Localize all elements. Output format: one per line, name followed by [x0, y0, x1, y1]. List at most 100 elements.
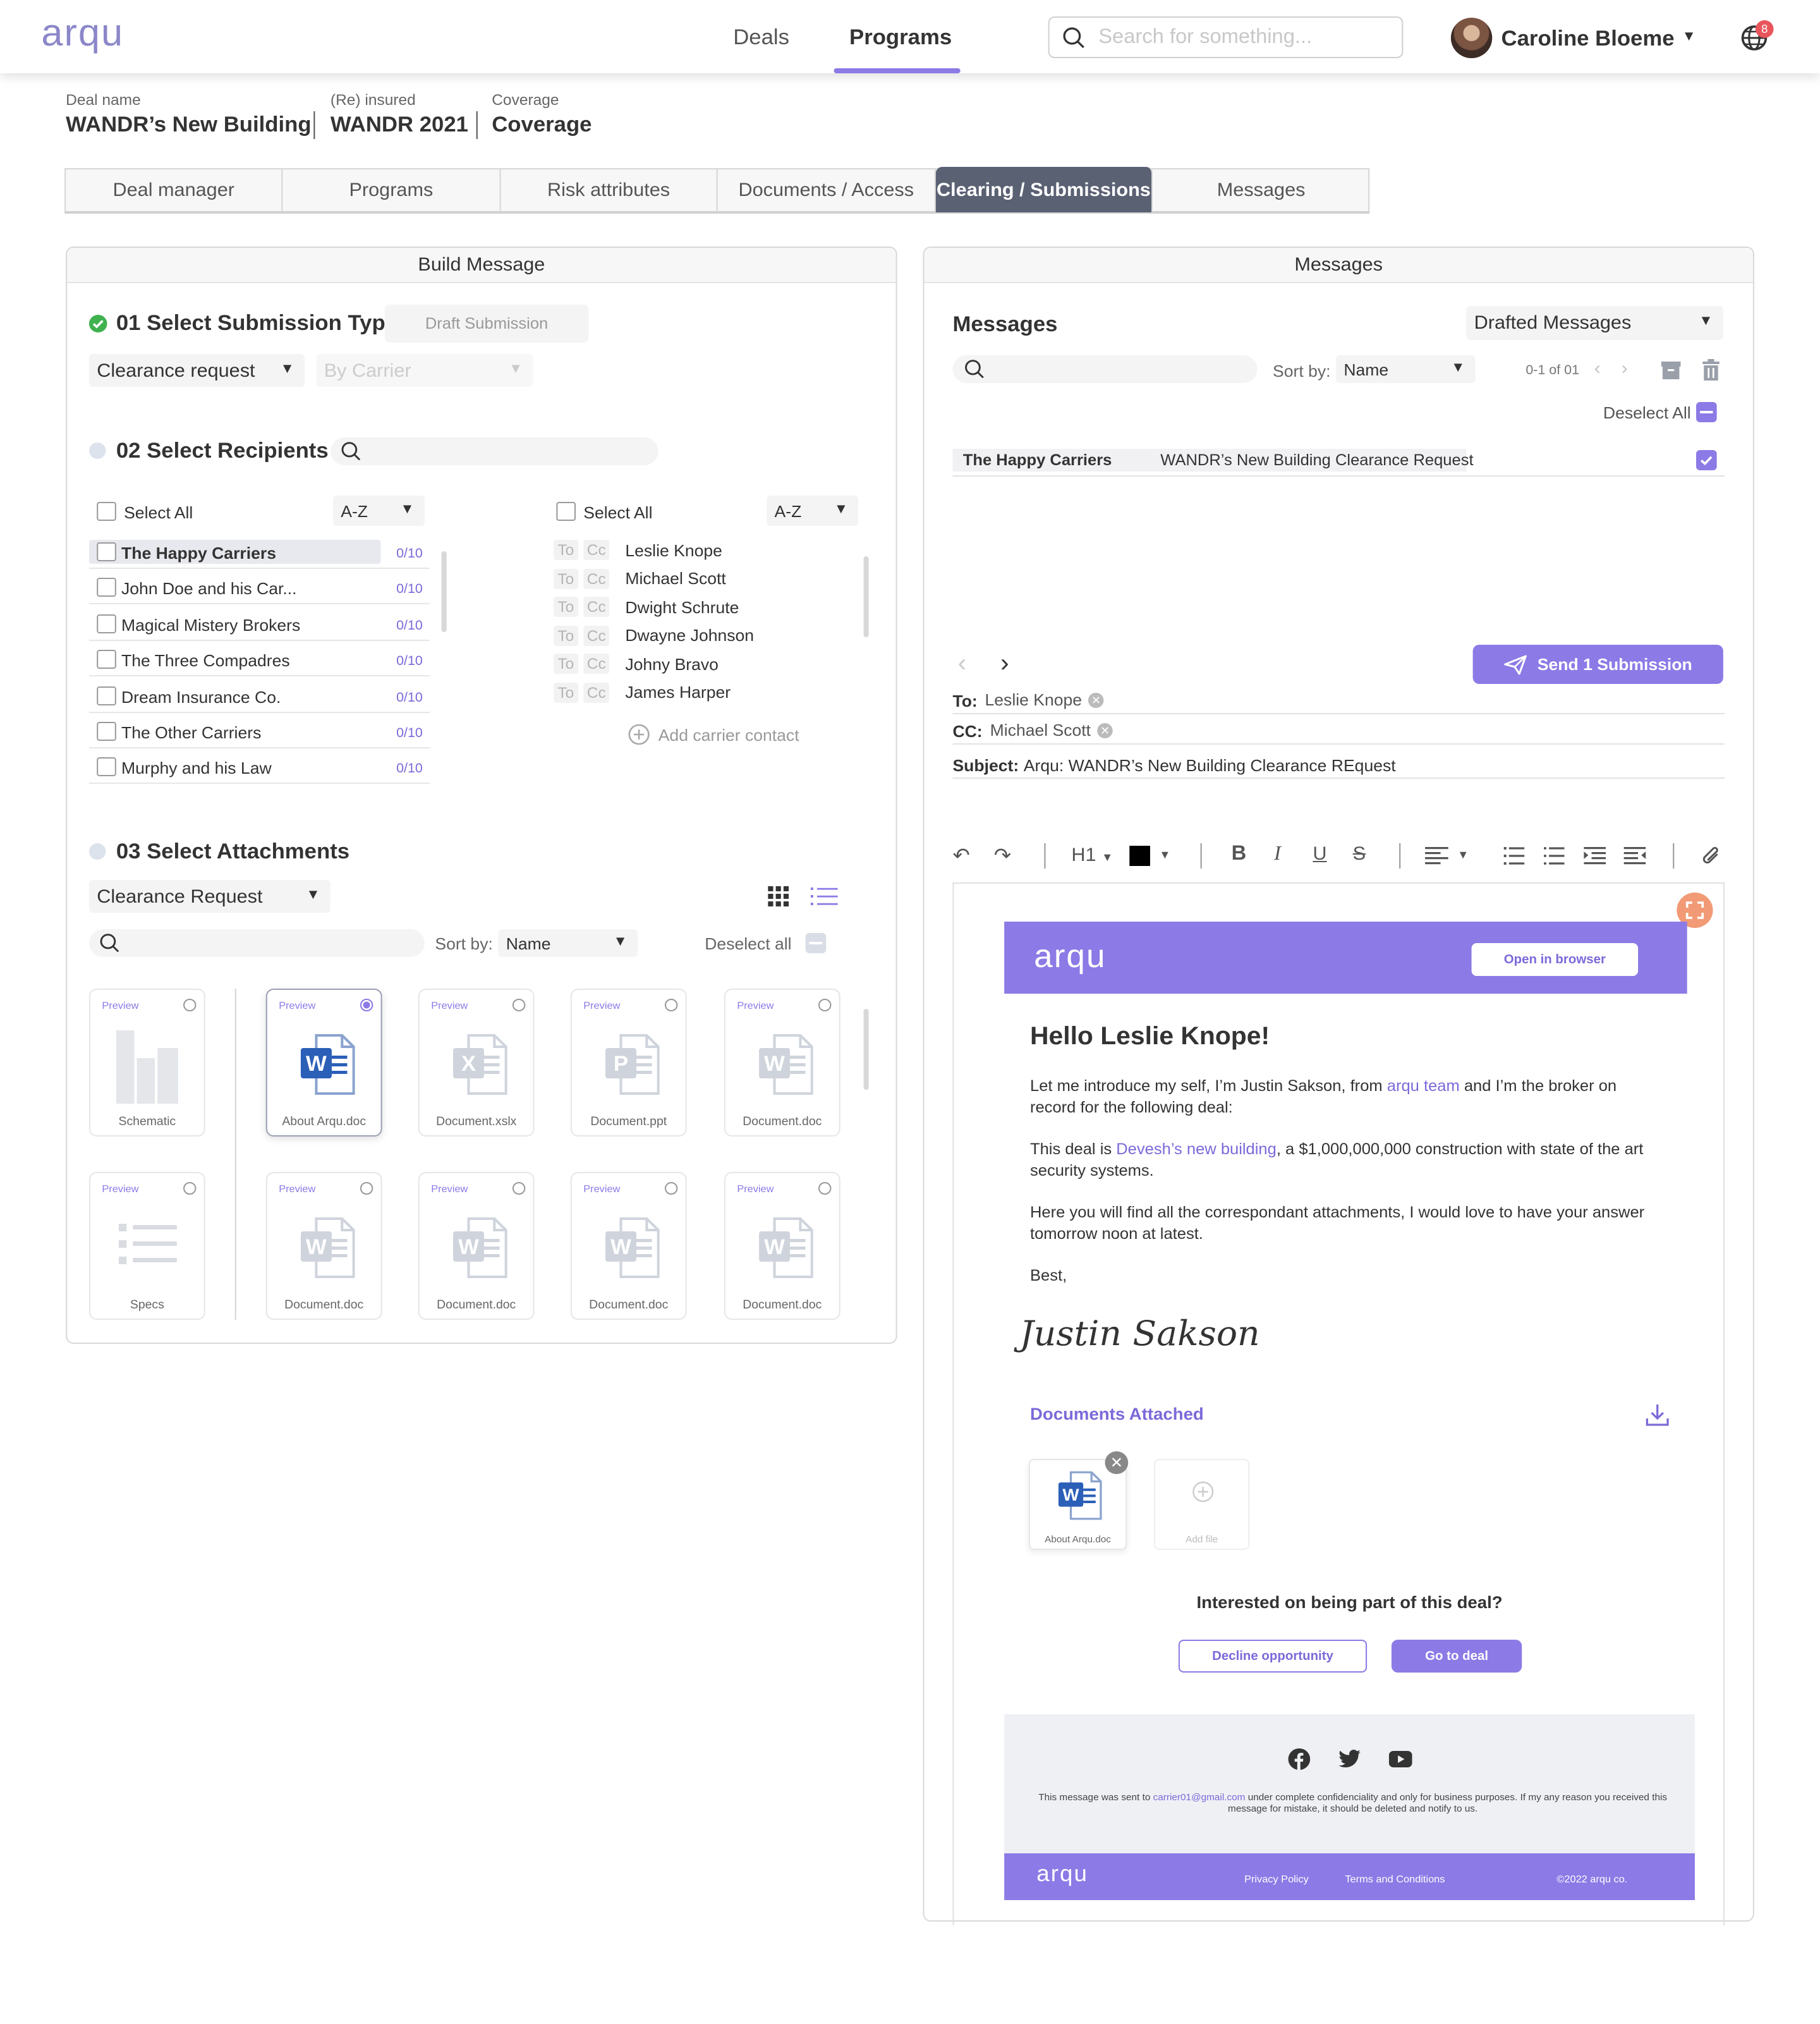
preview-label[interactable]: Preview [737, 1183, 774, 1195]
to-label: To: [952, 692, 978, 710]
nav-programs[interactable]: Programs [849, 25, 952, 51]
messages-sort-select[interactable]: Name ▼ [1336, 355, 1476, 383]
preview-label[interactable]: Preview [102, 1000, 138, 1011]
download-icon[interactable] [1646, 1403, 1669, 1426]
remove-attachment-icon[interactable]: ✕ [1105, 1451, 1129, 1474]
bullet-list-icon[interactable] [1543, 847, 1565, 865]
open-in-browser-button[interactable]: Open in browser [1471, 943, 1639, 976]
bold-icon[interactable]: B [1232, 843, 1247, 866]
trash-icon[interactable] [1701, 359, 1721, 381]
ordered-list-icon[interactable] [1503, 847, 1525, 865]
select-radio[interactable] [512, 1182, 526, 1195]
select-radio[interactable] [664, 1182, 678, 1195]
text-color-icon[interactable] [1129, 846, 1150, 866]
select-radio[interactable] [512, 999, 526, 1011]
indent-icon[interactable] [1584, 847, 1606, 865]
preview-label[interactable]: Preview [279, 1183, 315, 1195]
heading-select[interactable]: H1 ▼ [1071, 844, 1113, 866]
add-file-label: Add file [1186, 1533, 1218, 1545]
footer-email-link[interactable]: carrier01@gmail.com [1153, 1791, 1246, 1803]
app-logo[interactable]: arqu [41, 13, 124, 56]
attachment-card[interactable]: Preview Specs [88, 1172, 205, 1320]
attachment-card[interactable]: Preview W Document.doc [570, 1172, 687, 1320]
align-left-icon[interactable] [1425, 847, 1448, 865]
chevron-down-icon[interactable]: ▼ [1159, 848, 1170, 861]
file-name: Specs [130, 1298, 164, 1312]
user-name[interactable]: Caroline Bloeme [1502, 27, 1675, 52]
tab-messages[interactable]: Messages [1153, 169, 1369, 211]
youtube-icon[interactable] [1388, 1751, 1412, 1767]
chevron-right-icon[interactable]: › [1000, 650, 1009, 679]
messages-search-input[interactable] [952, 355, 1258, 383]
nav-deals[interactable]: Deals [733, 25, 789, 51]
attachment-card[interactable]: Preview W Document.doc [724, 1172, 840, 1320]
file-name: Document.doc [743, 1298, 822, 1312]
message-row-checkbox[interactable] [1696, 450, 1717, 470]
attachment-card[interactable]: Preview W Document.doc [265, 1172, 382, 1320]
subject-value[interactable]: Arqu: WANDR’s New Building Clearance REq… [1024, 756, 1396, 775]
preview-label[interactable]: Preview [583, 1183, 620, 1195]
attachments-scrollbar[interactable] [863, 1009, 869, 1090]
divider [952, 475, 1725, 477]
preview-label[interactable]: Preview [431, 1183, 468, 1195]
select-radio[interactable] [183, 1182, 197, 1195]
preview-label[interactable]: Preview [102, 1183, 138, 1195]
strikethrough-icon[interactable]: S [1353, 843, 1366, 865]
chevron-down-icon: ▼ [1451, 360, 1465, 375]
editor-toolbar: ↶ ↷ H1 ▼ ▼ B I U S ▼ [952, 841, 1727, 871]
attachment-card[interactable]: Preview W Document.doc [724, 989, 840, 1137]
select-radio[interactable] [360, 1182, 373, 1195]
go-to-deal-button[interactable]: Go to deal [1391, 1640, 1522, 1673]
remove-icon[interactable]: ✕ [1097, 722, 1113, 738]
file-name: Document.doc [437, 1298, 516, 1312]
decline-opportunity-button[interactable]: Decline opportunity [1178, 1640, 1368, 1673]
select-radio[interactable] [818, 1182, 832, 1195]
add-circle-icon [1192, 1481, 1214, 1503]
attachment-card[interactable]: Preview X Document.xslx [418, 989, 535, 1137]
message-filter-select[interactable]: Drafted Messages ▼ [1466, 306, 1723, 340]
preview-label[interactable]: Preview [279, 1000, 315, 1011]
remove-icon[interactable]: ✕ [1088, 692, 1104, 707]
chevron-left-icon[interactable]: ‹ [1594, 358, 1601, 379]
redo-icon[interactable]: ↷ [994, 843, 1011, 869]
send-submission-label: Send 1 Submission [1537, 655, 1692, 674]
send-submission-button[interactable]: Send 1 Submission [1472, 645, 1723, 684]
preview-label[interactable]: Preview [431, 1000, 468, 1011]
attachment-card[interactable]: Preview W About Arqu.doc [265, 989, 382, 1137]
avatar[interactable] [1450, 18, 1493, 58]
search-input[interactable]: Search for something... [1048, 16, 1404, 58]
add-file-card[interactable]: Add file [1154, 1459, 1250, 1550]
select-radio[interactable] [664, 999, 678, 1011]
chevron-right-icon[interactable]: › [1622, 358, 1628, 379]
attach-icon[interactable] [1701, 844, 1722, 867]
facebook-icon[interactable] [1288, 1748, 1311, 1770]
user-menu-caret-icon[interactable]: ▼ [1682, 29, 1696, 44]
top-bar: arqu Deals Programs Search for something… [0, 0, 1820, 73]
italic-icon[interactable]: I [1274, 843, 1281, 866]
deal-link[interactable]: Devesh’s new building [1116, 1140, 1277, 1158]
filter-value: Drafted Messages [1474, 312, 1632, 334]
select-radio[interactable] [183, 999, 197, 1011]
select-radio[interactable] [360, 999, 373, 1011]
messages-title: Messages [952, 312, 1058, 336]
divider [1673, 843, 1675, 869]
attachment-card[interactable]: Preview Schematic [88, 989, 205, 1137]
pagination-text: 0-1 of 01 [1526, 363, 1580, 378]
arqu-team-link[interactable]: arqu team [1387, 1077, 1460, 1095]
outdent-icon[interactable] [1623, 847, 1646, 865]
tab-clearing-submissions[interactable]: Clearing / Submissions [935, 167, 1153, 212]
chevron-down-icon[interactable]: ▼ [1457, 848, 1469, 861]
undo-icon[interactable]: ↶ [952, 843, 969, 869]
select-radio[interactable] [818, 999, 832, 1011]
underline-icon[interactable]: U [1313, 843, 1326, 865]
twitter-icon[interactable] [1338, 1750, 1361, 1769]
attachment-card[interactable]: Preview P Document.ppt [570, 989, 687, 1137]
preview-label[interactable]: Preview [583, 1000, 620, 1011]
chevron-left-icon[interactable]: ‹ [958, 650, 967, 679]
terms-link[interactable]: Terms and Conditions [1345, 1874, 1445, 1885]
archive-icon[interactable] [1660, 359, 1682, 381]
preview-label[interactable]: Preview [737, 1000, 774, 1011]
attachment-card[interactable]: Preview W Document.doc [418, 1172, 535, 1320]
deselect-all-checkbox[interactable] [1696, 402, 1717, 422]
privacy-policy-link[interactable]: Privacy Policy [1244, 1874, 1309, 1885]
